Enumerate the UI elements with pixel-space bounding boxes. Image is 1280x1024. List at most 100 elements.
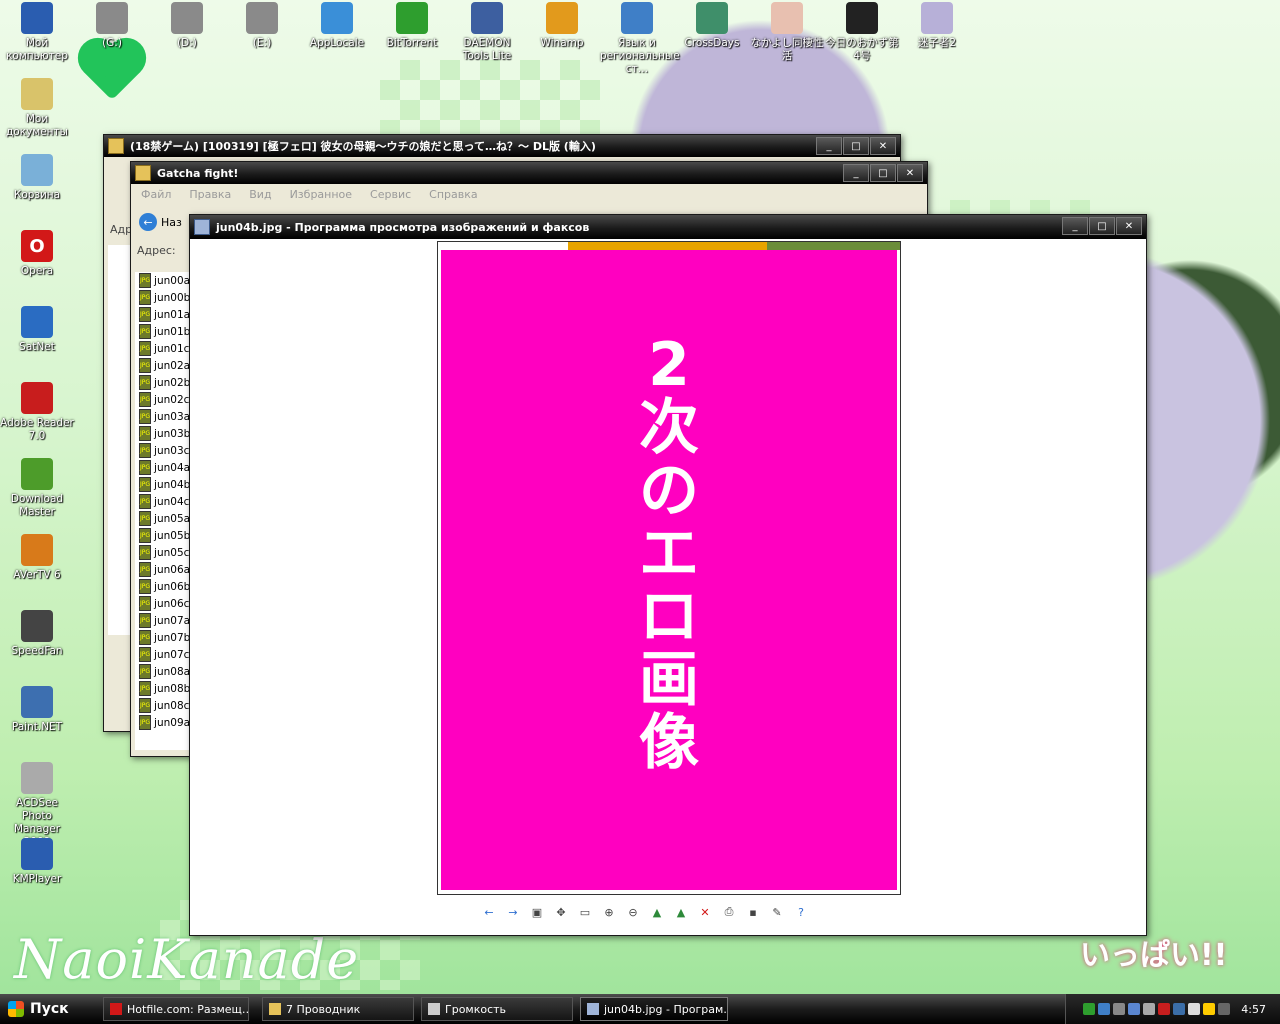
menu-item[interactable]: Файл [141, 188, 171, 201]
save-icon[interactable]: ▪ [744, 903, 762, 921]
desktop-icon[interactable]: Язык и региональные ст… [600, 2, 680, 76]
antivirus-tray-icon[interactable] [1158, 1003, 1171, 1015]
file-item[interactable]: JPG jun04b. [135, 476, 191, 493]
maximize-button[interactable]: □ [1089, 217, 1115, 235]
close-button[interactable]: ✕ [897, 164, 923, 182]
desktop-icon[interactable]: 迷子者2 [900, 2, 974, 50]
back-icon[interactable]: ← [139, 213, 157, 231]
delete-icon[interactable]: ✕ [696, 903, 714, 921]
zoom-in-icon[interactable]: ⊕ [600, 903, 618, 921]
desktop-icon[interactable]: BitTorrent [375, 2, 449, 50]
desktop-icon[interactable]: なかよし同棲性活 [750, 2, 824, 63]
menu-item[interactable]: Вид [249, 188, 271, 201]
desktop-icon[interactable]: 今日のおかず第4号 [825, 2, 899, 63]
file-item[interactable]: JPG jun06c. [135, 595, 191, 612]
file-item[interactable]: JPG jun08a. [135, 663, 191, 680]
desktop-icon[interactable]: O Opera [0, 230, 74, 278]
network-tray-icon[interactable] [1098, 1003, 1111, 1015]
next-icon[interactable]: → [504, 903, 522, 921]
minimize-button[interactable]: _ [816, 137, 842, 155]
desktop-icon[interactable]: Мой компьютер [0, 2, 74, 63]
file-item[interactable]: JPG jun07b. [135, 629, 191, 646]
back-label[interactable]: Наз [161, 216, 182, 229]
file-item[interactable]: JPG jun05b. [135, 527, 191, 544]
menu-item[interactable]: Избранное [290, 188, 352, 201]
print-icon[interactable]: ⎙ [720, 903, 738, 921]
desktop-icon[interactable]: ACDSee Photo Manager 2009 [0, 762, 74, 849]
desktop-icon[interactable]: Winamp [525, 2, 599, 50]
file-item[interactable]: JPG jun07c. [135, 646, 191, 663]
file-item[interactable]: JPG jun08c. [135, 697, 191, 714]
minimize-button[interactable]: _ [843, 164, 869, 182]
taskbar-button[interactable]: jun04b.jpg - Програм… [580, 997, 728, 1021]
desktop-icon[interactable]: CrossDays [675, 2, 749, 50]
actual-size-icon[interactable]: ✥ [552, 903, 570, 921]
info-tray-icon[interactable] [1188, 1003, 1201, 1015]
desktop-icon[interactable]: (E:) [225, 2, 299, 50]
file-item[interactable]: JPG jun07a. [135, 612, 191, 629]
language-tray-icon[interactable] [1128, 1003, 1141, 1015]
desktop-icon[interactable]: AVerTV 6 [0, 534, 74, 582]
file-item[interactable]: JPG jun02c. [135, 391, 191, 408]
file-item[interactable]: JPG jun05c. [135, 544, 191, 561]
shield-tray-icon[interactable] [1173, 1003, 1186, 1015]
taskbar-button[interactable]: Громкость [421, 997, 573, 1021]
taskbar-button[interactable]: 7 Проводник [262, 997, 414, 1021]
desktop-icon[interactable]: KMPlayer [0, 838, 74, 886]
file-item[interactable]: JPG jun00a. [135, 272, 191, 289]
desktop-icon[interactable]: Download Master [0, 458, 74, 519]
desktop-icon[interactable]: (G:) [75, 2, 149, 50]
file-item[interactable]: JPG jun01b. [135, 323, 191, 340]
minimize-button[interactable]: _ [1062, 217, 1088, 235]
rotate-cw-icon[interactable]: ▲ [648, 903, 666, 921]
edit-icon[interactable]: ✎ [768, 903, 786, 921]
file-item[interactable]: JPG jun01a. [135, 306, 191, 323]
desktop-icon[interactable]: (D:) [150, 2, 224, 50]
file-item[interactable]: JPG jun02b. [135, 374, 191, 391]
clock[interactable]: 4:57 [1241, 1003, 1266, 1016]
file-item[interactable]: JPG jun02a. [135, 357, 191, 374]
slideshow-icon[interactable]: ▭ [576, 903, 594, 921]
file-item[interactable]: JPG jun03c. [135, 442, 191, 459]
desktop-icon[interactable]: DAEMON Tools Lite [450, 2, 524, 63]
file-list[interactable]: JPG jun00a. JPG jun00b. JPG jun01a. JPG jun01b.… [135, 272, 191, 750]
image-viewer-window[interactable]: jun04b.jpg - Программа просмотра изображ… [189, 214, 1147, 936]
maximize-button[interactable]: □ [843, 137, 869, 155]
device-tray-icon[interactable] [1143, 1003, 1156, 1015]
file-item[interactable]: JPG jun04c. [135, 493, 191, 510]
file-item[interactable]: JPG jun06a. [135, 561, 191, 578]
menu-item[interactable]: Сервис [370, 188, 411, 201]
menu-item[interactable]: Справка [429, 188, 477, 201]
volume-tray-icon[interactable] [1218, 1003, 1231, 1015]
close-button[interactable]: ✕ [870, 137, 896, 155]
title-bar[interactable]: jun04b.jpg - Программа просмотра изображ… [190, 215, 1146, 239]
desktop-icon[interactable]: Мои документы [0, 78, 74, 139]
desktop-icon[interactable]: Adobe Reader 7.0 [0, 382, 74, 443]
file-item[interactable]: JPG jun04a. [135, 459, 191, 476]
file-item[interactable]: JPG jun08b. [135, 680, 191, 697]
image-canvas[interactable]: 2次のエロ画像 [441, 250, 897, 890]
close-button[interactable]: ✕ [1116, 217, 1142, 235]
file-item[interactable]: JPG jun03a. [135, 408, 191, 425]
warning-tray-icon[interactable] [1203, 1003, 1216, 1015]
file-list-back[interactable] [108, 245, 130, 635]
file-item[interactable]: JPG jun09a. [135, 714, 191, 731]
desktop-icon[interactable]: Корзина [0, 154, 74, 202]
start-button[interactable]: Пуск [0, 994, 90, 1024]
file-item[interactable]: JPG jun06b. [135, 578, 191, 595]
file-item[interactable]: JPG jun01c. [135, 340, 191, 357]
desktop-icon[interactable]: AppLocale [300, 2, 374, 50]
monitor-tray-icon[interactable] [1113, 1003, 1126, 1015]
title-bar[interactable]: (18禁ゲーム) [100319] [極フェロ] 彼女の母親～ウチの娘だと思って… [104, 135, 900, 157]
prev-icon[interactable]: ← [480, 903, 498, 921]
desktop-icon[interactable]: Paint.NET [0, 686, 74, 734]
menu-item[interactable]: Правка [189, 188, 231, 201]
rotate-ccw-icon[interactable]: ▲ [672, 903, 690, 921]
best-fit-icon[interactable]: ▣ [528, 903, 546, 921]
desktop-icon[interactable]: SpeedFan [0, 610, 74, 658]
desktop-icon[interactable]: SatNet [0, 306, 74, 354]
zoom-out-icon[interactable]: ⊖ [624, 903, 642, 921]
taskbar-button[interactable]: Hotfile.com: Размещ… [103, 997, 249, 1021]
title-bar[interactable]: Gatcha fight! [131, 162, 927, 184]
file-item[interactable]: JPG jun05a. [135, 510, 191, 527]
